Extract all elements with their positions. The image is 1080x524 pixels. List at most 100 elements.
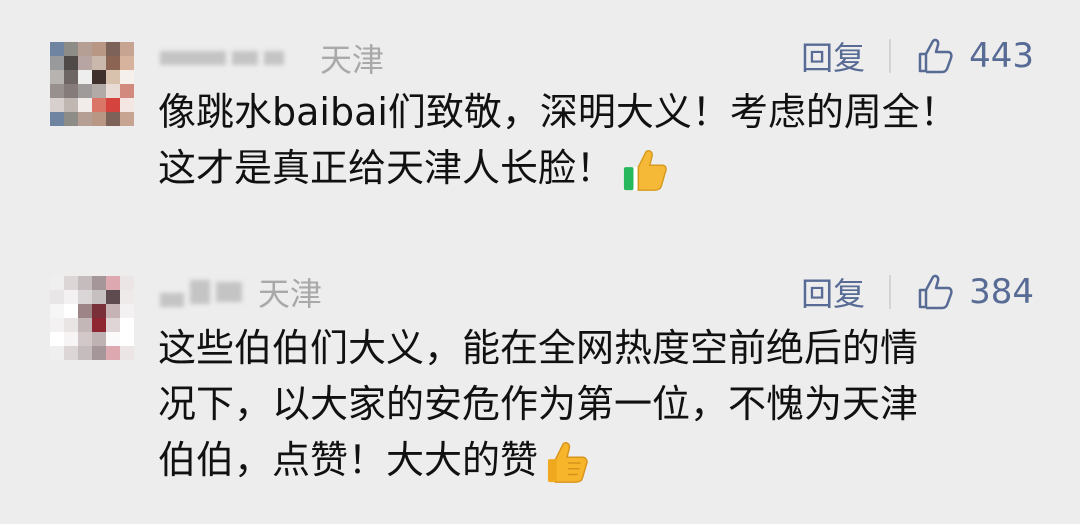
avatar-pixel — [106, 98, 120, 112]
avatar-pixel — [92, 346, 106, 360]
like-count: 443 — [969, 36, 1034, 76]
avatar-pixel — [106, 304, 120, 318]
avatar-pixel — [78, 346, 92, 360]
blurred-username — [160, 51, 226, 65]
avatar-pixel — [92, 56, 106, 70]
avatar-pixel — [106, 56, 120, 70]
comment-actions: 回复 384 — [801, 269, 1034, 315]
avatar-pixel — [64, 304, 78, 318]
avatar-pixel — [64, 276, 78, 290]
avatar-pixel — [64, 70, 78, 84]
avatar-pixel — [120, 290, 134, 304]
avatar-pixel — [106, 84, 120, 98]
divider — [889, 39, 892, 73]
avatar-pixel — [78, 112, 92, 126]
comment-text-line: 这些伯伯们大义，能在全网热度空前绝后的情 — [158, 326, 919, 370]
thumbs-up-icon — [917, 274, 953, 310]
avatar-pixel — [120, 346, 134, 360]
avatar-pixel — [106, 318, 120, 332]
comment-text-line: 伯伯，点赞！大大的赞 — [158, 438, 539, 482]
avatar-pixel — [78, 98, 92, 112]
blurred-username — [232, 51, 258, 65]
avatar-pixel — [50, 346, 64, 360]
avatar-pixel — [64, 112, 78, 126]
avatar-pixel — [120, 70, 134, 84]
avatar-pixel — [50, 276, 64, 290]
avatar-pixel — [78, 304, 92, 318]
thumbs-up-emoji-icon — [622, 148, 668, 194]
avatar-pixel — [50, 84, 64, 98]
avatar-pixel — [106, 42, 120, 56]
avatar-pixel — [120, 98, 134, 112]
avatar-pixel — [120, 112, 134, 126]
avatar-pixel — [92, 70, 106, 84]
comment-text-line: 况下，以大家的安危作为第一位，不愧为天津 — [158, 382, 919, 426]
like-button[interactable]: 384 — [917, 272, 1034, 312]
avatar-pixel — [50, 112, 64, 126]
avatar-pixel — [64, 98, 78, 112]
avatar-pixel — [64, 290, 78, 304]
avatar-pixel — [106, 346, 120, 360]
avatar-pixel — [64, 318, 78, 332]
avatar-pixel — [120, 276, 134, 290]
avatar-pixel — [78, 42, 92, 56]
comment-text: 这些伯伯们大义，能在全网热度空前绝后的情 况下，以大家的安危作为第一位，不愧为天… — [158, 320, 1018, 488]
user-location: 天津 — [258, 275, 323, 313]
avatar-pixel — [120, 56, 134, 70]
avatar-pixel — [106, 276, 120, 290]
user-location: 天津 — [320, 41, 385, 79]
blurred-username — [190, 280, 210, 304]
avatar[interactable] — [50, 276, 134, 360]
avatar-pixel — [50, 98, 64, 112]
divider — [889, 275, 892, 309]
avatar-pixel — [78, 318, 92, 332]
avatar-pixel — [92, 42, 106, 56]
thumbs-up-icon — [917, 38, 953, 74]
reply-button[interactable]: 回复 — [801, 33, 865, 79]
comment-text-line: 像跳水baibai们致敬，深明大义！考虑的周全！ — [158, 90, 958, 134]
avatar-pixel — [120, 42, 134, 56]
blurred-username — [264, 51, 284, 65]
avatar-pixel — [92, 98, 106, 112]
like-button[interactable]: 443 — [917, 36, 1034, 76]
avatar-pixel — [50, 70, 64, 84]
avatar-pixel — [106, 332, 120, 346]
avatar-pixel — [64, 42, 78, 56]
username-row: 天津 — [160, 38, 385, 79]
avatar[interactable] — [50, 42, 134, 126]
avatar-pixel — [64, 84, 78, 98]
avatar-pixel — [78, 84, 92, 98]
avatar-pixel — [92, 332, 106, 346]
avatar-pixel — [120, 318, 134, 332]
avatar-pixel — [78, 70, 92, 84]
avatar-pixel — [64, 346, 78, 360]
avatar-pixel — [50, 42, 64, 56]
avatar-pixel — [92, 112, 106, 126]
avatar-pixel — [78, 276, 92, 290]
avatar-pixel — [106, 70, 120, 84]
avatar-pixel — [78, 332, 92, 346]
reply-button[interactable]: 回复 — [801, 269, 865, 315]
avatar-pixel — [120, 332, 134, 346]
blurred-username — [216, 282, 242, 302]
avatar-pixel — [92, 318, 106, 332]
avatar-pixel — [50, 304, 64, 318]
avatar-pixel — [120, 304, 134, 318]
avatar-pixel — [50, 56, 64, 70]
avatar-pixel — [92, 290, 106, 304]
avatar-pixel — [78, 56, 92, 70]
avatar-pixel — [78, 290, 92, 304]
avatar-pixel — [64, 332, 78, 346]
comment-text: 像跳水baibai们致敬，深明大义！考虑的周全！ 这才是真正给天津人长脸！ — [158, 84, 1018, 196]
avatar-pixel — [64, 56, 78, 70]
avatar-pixel — [92, 304, 106, 318]
avatar-pixel — [92, 84, 106, 98]
blurred-username — [160, 293, 184, 307]
avatar-pixel — [120, 84, 134, 98]
comment-text-line: 这才是真正给天津人长脸！ — [158, 146, 615, 190]
thumbs-up-emoji-icon — [546, 440, 592, 486]
avatar-pixel — [106, 290, 120, 304]
avatar-pixel — [50, 332, 64, 346]
avatar-pixel — [92, 276, 106, 290]
like-count: 384 — [969, 272, 1034, 312]
